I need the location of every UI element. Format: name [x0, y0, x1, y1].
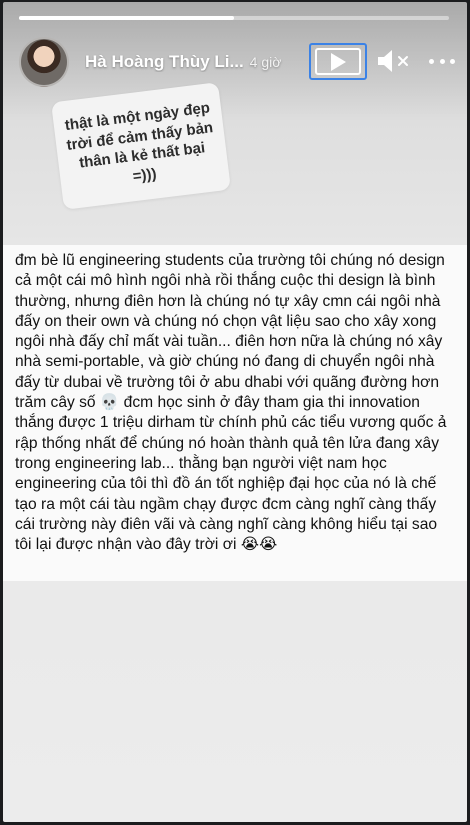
story-header: Hà Hoàng Thùy Li... 4 giờ [19, 36, 455, 88]
play-button[interactable] [309, 43, 367, 80]
more-dot-icon [450, 58, 455, 64]
play-icon [331, 52, 346, 71]
mute-button[interactable] [377, 48, 413, 74]
avatar[interactable] [19, 37, 69, 87]
shared-post-card: đm bè lũ engineering students của trường… [3, 245, 467, 581]
more-dot-icon [439, 58, 445, 64]
more-options-button[interactable] [429, 52, 455, 70]
username[interactable]: Hà Hoàng Thùy Li... [85, 52, 244, 72]
timestamp: 4 giờ [249, 54, 282, 70]
text-sticker: thật là một ngày đẹp trời để cảm thấy bả… [51, 82, 231, 210]
sticker-text: thật là một ngày đẹp trời để cảm thấy bả… [63, 99, 214, 185]
story-progress-fill [19, 16, 234, 20]
post-text: đm bè lũ engineering students của trường… [15, 252, 447, 554]
speaker-muted-icon [378, 50, 408, 72]
story-viewer: Hà Hoàng Thùy Li... 4 giờ thật là một ng… [3, 2, 467, 822]
play-button-frame [315, 48, 361, 75]
story-progress-bar [19, 16, 449, 20]
more-dot-icon [429, 58, 434, 64]
